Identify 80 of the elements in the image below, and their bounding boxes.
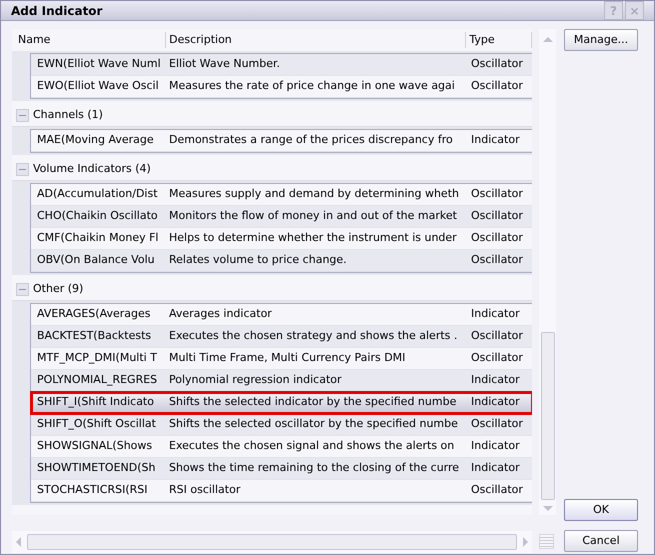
size-grip-icon <box>539 534 554 549</box>
table-cell-text: SHOWSIGNAL(Shows <box>36 438 154 454</box>
table-cell-text: Indicator <box>470 132 521 148</box>
group-header: Other (9) <box>33 281 84 298</box>
table-cell-text: Measures supply and demand by determining wheth <box>168 186 460 202</box>
collapse-toggle[interactable] <box>16 283 29 296</box>
column-header[interactable]: Type <box>466 32 532 48</box>
table-row[interactable]: MTF_MCP_DMI(Multi T Multi Time Frame, Multi Currency Pairs DMI Oscillator <box>31 348 532 370</box>
table-cell-text: Indicator <box>470 372 521 388</box>
table-row[interactable]: EWO(Elliot Wave Oscil Measures the rate of price change in one wave agai Oscillator <box>31 76 532 98</box>
table-cell-text: Oscillator <box>470 78 524 94</box>
table-row[interactable]: STOCHASTICRSI(RSI RSI oscillator Oscillator <box>31 480 532 502</box>
table-row[interactable]: AD(Accumulation/Dist Measures supply and demand by determining wheth Oscillator <box>31 184 532 206</box>
table-cell-text: Averages indicator <box>168 306 273 322</box>
scroll-thumb[interactable] <box>540 332 554 500</box>
scroll-down-icon[interactable] <box>542 506 552 511</box>
table-cell-text: Shifts the selected oscillator by the specified numbe <box>168 416 459 432</box>
table-row[interactable]: CMF(Chaikin Money Fl Helps to determine whether the instrument is under Oscillator <box>31 228 532 250</box>
table-cell-text: CMF(Chaikin Money Fl <box>36 230 160 246</box>
column-header[interactable]: Description <box>166 32 466 48</box>
table-cell-text: Indicator <box>470 394 521 410</box>
table-cell-text: MTF_MCP_DMI(Multi T <box>36 350 158 366</box>
group-header: Volume Indicators (4) <box>33 161 151 178</box>
table-cell-text: Oscillator <box>470 230 524 246</box>
table-cell-text: CHO(Chaikin Oscillato <box>36 208 159 224</box>
table-cell-text: Oscillator <box>470 328 524 344</box>
scroll-left-icon[interactable] <box>16 537 21 547</box>
table-cell-text: SHIFT_O(Shift Oscillat <box>36 416 157 432</box>
table-row[interactable]: SHIFT_O(Shift Oscillat Shifts the selected oscillator by the specified numbe Oscillator <box>31 414 532 436</box>
manage-button[interactable]: Manage... <box>564 29 638 51</box>
table-cell-text: Helps to determine whether the instrument is under <box>168 230 458 246</box>
collapse-toggle[interactable] <box>16 163 29 176</box>
table-cell-text: Executes the chosen signal and shows the alerts on <box>168 438 456 454</box>
table-cell-text: Indicator <box>470 438 521 454</box>
table-row[interactable]: SHIFT_I(Shift Indicato Shifts the selected indicator by the specified numbe Indicator <box>31 392 532 414</box>
table-cell-text: Oscillator <box>470 56 524 72</box>
table-cell-text: EWO(Elliot Wave Oscil <box>36 78 160 94</box>
table-cell-text: Executes the chosen strategy and shows the alerts . <box>168 328 458 344</box>
table-cell-text: Elliot Wave Number. <box>168 56 282 72</box>
table-cell-text: Indicator <box>470 460 521 476</box>
scroll-up-icon[interactable] <box>542 37 552 42</box>
scroll-right-icon[interactable] <box>523 537 528 547</box>
table-cell-text: Measures the rate of price change in one wave agai <box>168 78 456 94</box>
collapse-toggle[interactable] <box>16 109 29 122</box>
table-cell-text: RSI oscillator <box>168 482 242 498</box>
table-cell-text: Oscillator <box>470 186 524 202</box>
table-cell-text: STOCHASTICRSI(RSI <box>36 482 148 498</box>
table-cell-text: SHIFT_I(Shift Indicato <box>36 394 155 410</box>
table-row[interactable]: AVERAGES(Averages Averages indicator Indicator <box>31 304 532 326</box>
table-cell-text: Oscillator <box>470 208 524 224</box>
table-cell-text: BACKTEST(Backtests <box>36 328 152 344</box>
table-cell-text: Polynomial regression indicator <box>168 372 343 388</box>
table-cell-text: Oscillator <box>470 482 524 498</box>
table-cell-text: Monitors the flow of money in and out of the market <box>168 208 458 224</box>
table-row[interactable]: SHOWSIGNAL(Shows Executes the chosen signal and shows the alerts on Indicator <box>31 436 532 458</box>
table-cell-text: AD(Accumulation/Dist <box>36 186 159 202</box>
cancel-button[interactable]: Cancel <box>564 530 638 552</box>
ok-button[interactable]: OK <box>564 499 638 521</box>
table-cell-text: SHOWTIMETOEND(Sh <box>36 460 156 476</box>
table-cell-text: Shifts the selected indicator by the specified numbe <box>168 394 458 410</box>
table-row[interactable]: MAE(Moving Average Demonstrates a range of the prices discrepancy fro Indicator <box>31 130 532 152</box>
table-cell-text: AVERAGES(Averages <box>36 306 152 322</box>
scroll-thumb[interactable] <box>27 534 517 550</box>
column-header[interactable]: Name <box>15 32 166 48</box>
group-header: Channels (1) <box>33 107 103 124</box>
table-cell-text: Shows the time remaining to the closing of the curre <box>168 460 460 476</box>
table-cell-text: Demonstrates a range of the prices discrepancy fro <box>168 132 454 148</box>
table-cell-text: EWN(Elliot Wave Numl <box>36 56 162 72</box>
horizontal-scrollbar[interactable] <box>12 531 532 553</box>
vertical-scrollbar[interactable] <box>539 29 556 515</box>
table-cell-text: Oscillator <box>470 350 524 366</box>
table-cell-text: Oscillator <box>470 252 524 268</box>
table-cell-text: Multi Time Frame, Multi Currency Pairs DMI <box>168 350 406 366</box>
table-cell-text: OBV(On Balance Volu <box>36 252 156 268</box>
window-title: Add Indicator <box>11 2 102 20</box>
table-cell-text: Oscillator <box>470 416 524 432</box>
table-cell-text: Indicator <box>470 306 521 322</box>
table-cell-text: MAE(Moving Average <box>36 132 155 148</box>
table-cell-text: POLYNOMIAL_REGRES <box>36 372 158 388</box>
table-cell-text: Relates volume to price change. <box>168 252 348 268</box>
